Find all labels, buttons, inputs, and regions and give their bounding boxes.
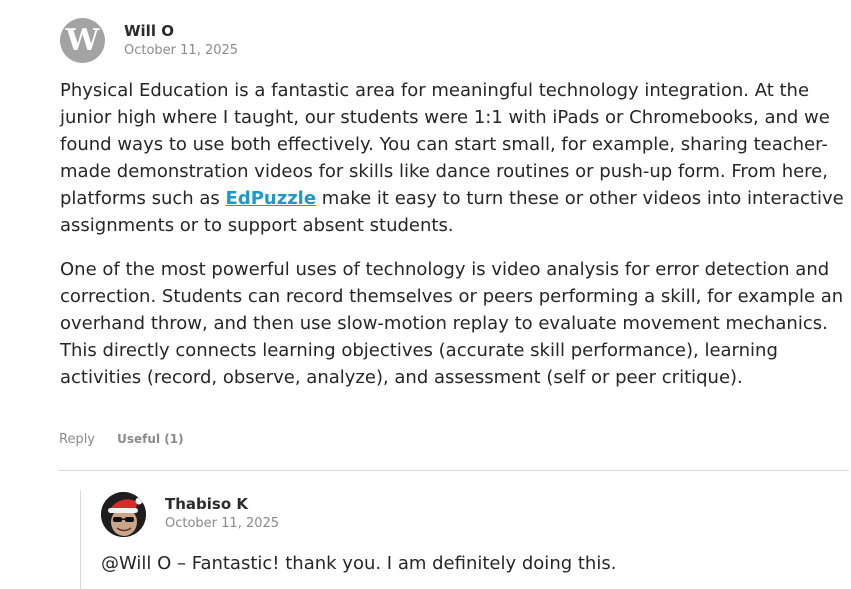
comment-actions: Reply Useful (1) [59,432,184,447]
comment-paragraph-2: One of the most powerful uses of technol… [60,259,844,388]
comment-thread: W Will O October 11, 2025 Physical Educa… [0,0,851,589]
santa-hat-avatar-icon [101,492,146,537]
reply-text: @Will O – Fantastic! thank you. I am def… [101,553,617,574]
avatar-letter: W [65,23,100,58]
author-name[interactable]: Will O [124,22,174,40]
comment-date: October 11, 2025 [124,43,239,58]
reply-thread-line [80,490,81,589]
edpuzzle-link[interactable]: EdPuzzle [226,188,317,209]
avatar[interactable] [101,492,146,537]
avatar[interactable]: W [60,18,105,63]
reply-date: October 11, 2025 [165,516,280,531]
reply-button[interactable]: Reply [59,432,95,447]
divider [59,470,849,471]
reply-author-name[interactable]: Thabiso K [165,495,248,513]
useful-button[interactable]: Useful (1) [117,432,183,446]
comment-paragraph-1: Physical Education is a fantastic area f… [60,77,846,239]
